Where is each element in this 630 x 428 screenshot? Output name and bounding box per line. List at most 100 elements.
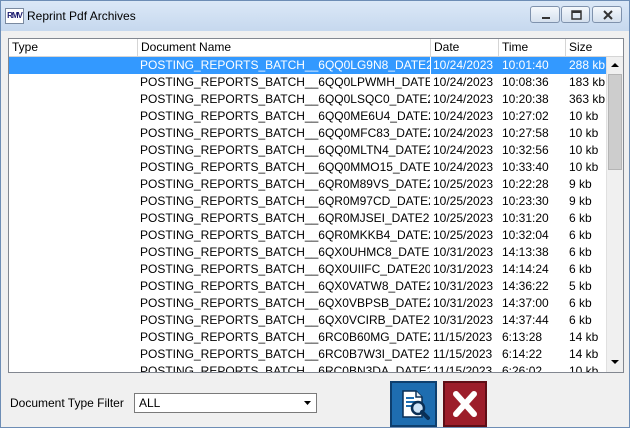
size-cell: 10 kb (569, 160, 599, 174)
table-row[interactable]: POSTING_REPORTS_BATCH__6QX0UIIFC_DATE20 1… (9, 261, 609, 278)
table-row[interactable]: POSTING_REPORTS_BATCH__6QQ0LG9N8_DATE2 10… (9, 57, 609, 74)
size-cell: 183 kb (569, 75, 606, 89)
view-document-button[interactable] (390, 381, 437, 427)
date-cell: 10/24/2023 (433, 92, 494, 106)
type-cell (9, 278, 138, 295)
size-cell: 14 kb (569, 330, 599, 344)
vertical-scrollbar[interactable] (606, 57, 623, 372)
dropdown-arrow[interactable] (299, 394, 316, 412)
type-cell (9, 227, 138, 244)
date-cell: 10/25/2023 (433, 194, 494, 208)
filter-label: Document Type Filter (10, 396, 124, 410)
scroll-thumb[interactable] (608, 74, 622, 170)
table-row[interactable]: POSTING_REPORTS_BATCH__6QR0MJSEI_DATE2 10… (9, 210, 609, 227)
time-cell: 14:37:44 (502, 313, 549, 327)
table-row[interactable]: POSTING_REPORTS_BATCH__6QR0MKKB4_DATE2 10… (9, 227, 609, 244)
time-cell: 10:32:56 (502, 143, 549, 157)
table-row[interactable]: POSTING_REPORTS_BATCH__6QX0VATW8_DATE2 10… (9, 278, 609, 295)
document-name-cell: POSTING_REPORTS_BATCH__6QQ0ME6U4_DATE2 (140, 109, 430, 123)
minimize-button[interactable] (530, 6, 560, 23)
column-header-time[interactable]: Time (499, 39, 566, 56)
date-cell: 11/15/2023 (433, 347, 493, 361)
table-row[interactable]: POSTING_REPORTS_BATCH__6QX0UHMC8_DATE2 10… (9, 244, 609, 261)
time-cell: 14:36:22 (502, 279, 549, 293)
table-row[interactable]: POSTING_REPORTS_BATCH__6QX0VBPSB_DATE2 10… (9, 295, 609, 312)
document-name-cell: POSTING_REPORTS_BATCH__6QX0VBPSB_DATE2 (140, 296, 430, 310)
size-cell: 6 kb (569, 211, 592, 225)
cancel-button[interactable] (443, 381, 487, 427)
size-cell: 10 kb (569, 126, 599, 140)
type-cell (9, 176, 138, 193)
document-name-cell: POSTING_REPORTS_BATCH__6QQ0LSQC0_DATE2 (140, 92, 430, 106)
window-title: Reprint Pdf Archives (27, 9, 136, 23)
document-name-cell: POSTING_REPORTS_BATCH__6QR0M97CD_DATE2 (140, 194, 430, 208)
table-row[interactable]: POSTING_REPORTS_BATCH__6QQ0MMO15_DATE2 10… (9, 159, 609, 176)
size-cell: 10 kb (569, 143, 599, 157)
date-cell: 10/24/2023 (433, 109, 494, 123)
title-bar[interactable]: RMV Reprint Pdf Archives (1, 1, 629, 31)
size-cell: 363 kb (569, 92, 606, 106)
document-name-cell: POSTING_REPORTS_BATCH__6QQ0MFC83_DATE2 (140, 126, 430, 140)
time-cell: 6:14:22 (502, 347, 543, 361)
time-cell: 6:13:28 (502, 330, 543, 344)
type-cell (9, 261, 138, 278)
close-icon (603, 10, 613, 20)
date-cell: 10/31/2023 (433, 279, 494, 293)
date-cell: 10/31/2023 (433, 313, 494, 327)
close-button[interactable] (592, 6, 622, 23)
type-cell (9, 159, 138, 176)
table-row[interactable]: POSTING_REPORTS_BATCH__6RC0BN3DA_DATE2 11… (9, 363, 609, 373)
document-type-filter-select[interactable]: ALL (134, 393, 317, 413)
size-cell: 10 kb (569, 109, 599, 123)
document-name-cell: POSTING_REPORTS_BATCH__6QX0VCIRB_DATE2 (140, 313, 430, 327)
date-cell: 10/24/2023 (433, 143, 494, 157)
table-row[interactable]: POSTING_REPORTS_BATCH__6QQ0LPWMH_DATE 10/… (9, 74, 609, 91)
document-name-cell: POSTING_REPORTS_BATCH__6QR0M89VS_DATE2 (140, 177, 430, 191)
filter-value: ALL (139, 396, 161, 410)
time-cell: 10:01:40 (499, 57, 566, 74)
document-name-cell: POSTING_REPORTS_BATCH__6QR0MJSEI_DATE2 (140, 211, 430, 225)
date-cell: 11/15/2023 (433, 364, 493, 373)
table-row[interactable]: POSTING_REPORTS_BATCH__6QX0VCIRB_DATE2 10… (9, 312, 609, 329)
time-cell: 14:37:00 (502, 296, 549, 310)
date-cell: 10/25/2023 (433, 177, 494, 191)
time-cell: 10:20:38 (502, 92, 549, 106)
column-header-document-name[interactable]: Document Name (138, 39, 431, 56)
document-name-cell: POSTING_REPORTS_BATCH__6QX0UIIFC_DATE20 (140, 262, 430, 276)
column-header-date[interactable]: Date (431, 39, 499, 56)
size-cell: 5 kb (569, 279, 592, 293)
time-cell: 10:27:02 (502, 109, 549, 123)
type-cell (9, 57, 138, 74)
size-cell: 10 kb (569, 364, 599, 373)
document-name-cell: POSTING_REPORTS_BATCH__6QQ0LPWMH_DATE (140, 75, 430, 89)
date-cell: 11/15/2023 (433, 330, 493, 344)
type-cell (9, 329, 138, 346)
size-cell: 6 kb (569, 228, 592, 242)
date-cell: 10/31/2023 (433, 296, 494, 310)
table-row[interactable]: POSTING_REPORTS_BATCH__6RC0B60MG_DATE2 11… (9, 329, 609, 346)
document-name-cell: POSTING_REPORTS_BATCH__6QX0UHMC8_DATE2 (140, 245, 430, 259)
table-row[interactable]: POSTING_REPORTS_BATCH__6QR0M89VS_DATE2 10… (9, 176, 609, 193)
table-row[interactable]: POSTING_REPORTS_BATCH__6QQ0MLTN4_DATE2 10… (9, 142, 609, 159)
size-cell: 6 kb (569, 313, 592, 327)
size-cell: 9 kb (569, 177, 592, 191)
document-name-cell: POSTING_REPORTS_BATCH__6QX0VATW8_DATE2 (140, 279, 430, 293)
scroll-down-button[interactable] (607, 354, 623, 370)
table-row[interactable]: POSTING_REPORTS_BATCH__6QR0M97CD_DATE2 10… (9, 193, 609, 210)
table-row[interactable]: POSTING_REPORTS_BATCH__6QQ0MFC83_DATE2 10… (9, 125, 609, 142)
time-cell: 6:26:02 (502, 364, 543, 373)
column-header-size[interactable]: Size (566, 39, 623, 56)
time-cell: 14:13:38 (502, 245, 549, 259)
scroll-up-button[interactable] (607, 57, 623, 73)
table-row[interactable]: POSTING_REPORTS_BATCH__6QQ0ME6U4_DATE2 10… (9, 108, 609, 125)
table-row[interactable]: POSTING_REPORTS_BATCH__6QQ0LSQC0_DATE2 10… (9, 91, 609, 108)
document-name-cell: POSTING_REPORTS_BATCH__6RC0B7W3I_DATE2 (140, 347, 430, 361)
archive-list[interactable]: Type Document Name Date Time Size POSTIN… (8, 38, 624, 373)
date-cell: 10/25/2023 (433, 228, 494, 242)
table-row[interactable]: POSTING_REPORTS_BATCH__6RC0B7W3I_DATE2 11… (9, 346, 609, 363)
size-cell: 9 kb (569, 194, 592, 208)
type-cell (9, 74, 138, 91)
column-header-type[interactable]: Type (9, 39, 138, 56)
maximize-button[interactable] (561, 6, 590, 23)
type-cell (9, 295, 138, 312)
